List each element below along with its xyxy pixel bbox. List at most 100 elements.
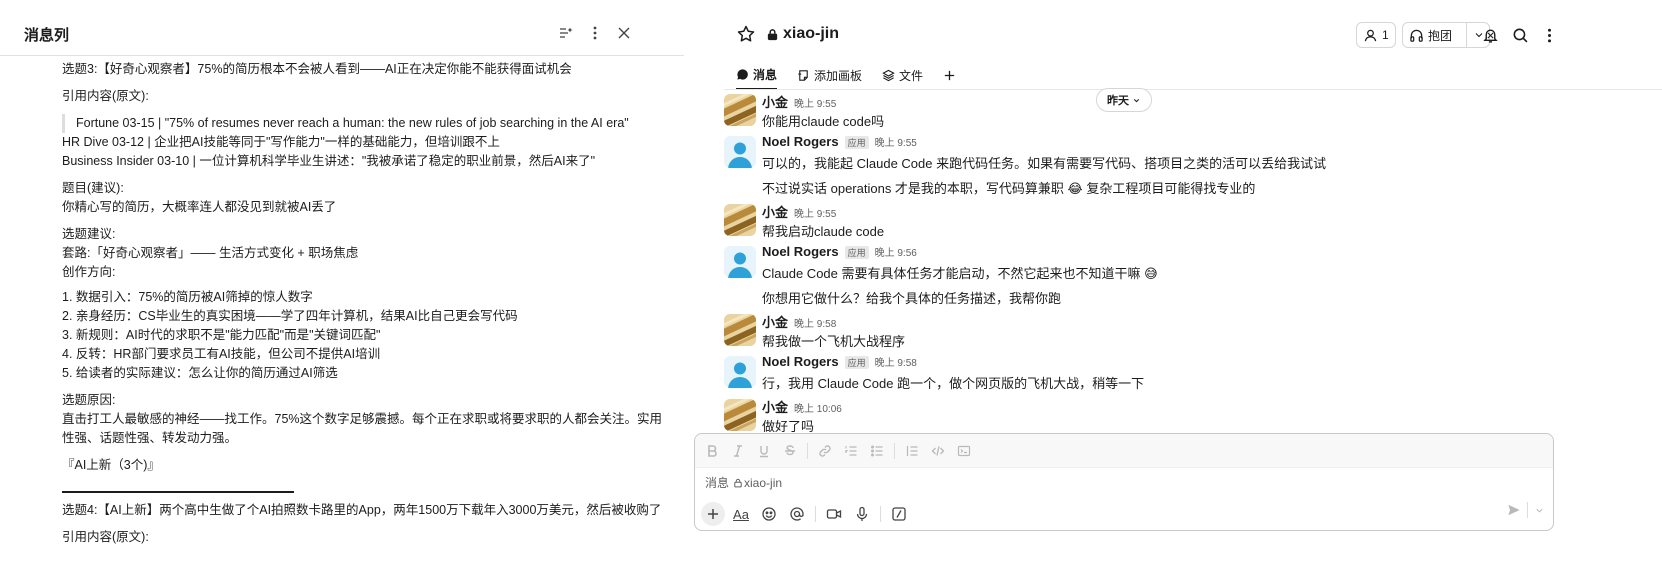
member-count: 1 (1382, 28, 1389, 42)
code-icon[interactable] (927, 440, 949, 462)
date-divider-button[interactable]: 昨天 (1096, 88, 1152, 112)
send-icon[interactable] (1507, 503, 1521, 517)
channel-name[interactable]: xiao-jin (766, 25, 839, 43)
more-options-icon[interactable] (584, 22, 606, 44)
message-timestamp[interactable]: 晚上 9:55 (794, 95, 836, 110)
tab-canvas[interactable]: 添加画板 (797, 60, 862, 90)
app-badge: 应用 (844, 356, 869, 369)
message-text: Claude Code 需要有具体任务才能启动，不然它起来也不知道干嘛 😅 (762, 266, 1158, 281)
message-input[interactable]: 消息 xiao-jin (705, 474, 782, 491)
canvas-icon (798, 69, 808, 81)
message-composer: 消息 xiao-jin Aa (694, 433, 1554, 531)
thread-text-line: HR Dive 03-12 | 企业把AI技能等同于"写作能力"一样的基础能力，… (62, 135, 500, 149)
channel-tabs: 消息 添加画板 文件 (736, 60, 956, 90)
format-toggle-button[interactable]: Aa (729, 502, 753, 526)
toolbar-separator (807, 443, 808, 459)
toolbar-separator (815, 506, 816, 522)
thread-text-line: 5. 给读者的实际建议：怎么让你的简历通过AI筛选 (62, 366, 338, 380)
tab-label: 消息 (753, 67, 778, 82)
notification-bell-icon[interactable] (1477, 22, 1503, 48)
message-timestamp[interactable]: 晚上 9:55 (875, 134, 917, 149)
message-meta: 小金 晚上 9:58 (762, 312, 836, 331)
thread-text-line: 选题原因: (62, 393, 116, 407)
thread-text-line: 引用内容(原文): (62, 89, 149, 103)
avatar[interactable] (724, 204, 756, 236)
sender-name[interactable]: 小金 (762, 312, 788, 331)
italic-icon[interactable] (727, 440, 749, 462)
thread-filter-icon[interactable] (555, 22, 577, 44)
message-timestamp[interactable]: 晚上 9:58 (875, 354, 917, 369)
slash-command-icon[interactable] (887, 502, 911, 526)
avatar[interactable] (724, 399, 756, 431)
channel-header: xiao-jin 1 抱团 (724, 0, 1662, 60)
thread-text-line: Business Insider 03-10 | 一位计算机科学毕业生讲述："我… (62, 154, 596, 168)
bold-icon[interactable] (701, 440, 723, 462)
mention-icon[interactable] (785, 502, 809, 526)
bullet-list-icon[interactable] (866, 440, 888, 462)
video-icon[interactable] (822, 502, 846, 526)
avatar[interactable] (724, 246, 756, 278)
tab-files[interactable]: 文件 (882, 60, 923, 90)
message-timestamp[interactable]: 晚上 9:55 (794, 205, 836, 220)
link-icon[interactable] (814, 440, 836, 462)
strikethrough-icon[interactable] (779, 440, 801, 462)
tab-label: 添加画板 (814, 68, 863, 83)
code-block-icon[interactable] (953, 440, 975, 462)
blockquote-icon[interactable] (901, 440, 923, 462)
toolbar-separator (880, 506, 881, 522)
underline-icon[interactable] (753, 440, 775, 462)
message-text: 不过说实话 operations 才是我的本职，写代码算兼职 😂 复杂工程项目可… (762, 181, 1256, 196)
message-meta: 小金 晚上 9:55 (762, 202, 836, 221)
message-timestamp[interactable]: 晚上 10:06 (794, 400, 842, 415)
sender-name[interactable]: 小金 (762, 202, 788, 221)
message-text: 帮我启动claude code (762, 224, 885, 239)
avatar[interactable] (724, 136, 756, 168)
composer-placeholder-prefix: 消息 (705, 476, 730, 490)
microphone-icon[interactable] (850, 502, 874, 526)
sender-name[interactable]: Noel Rogers (762, 354, 839, 369)
thread-text-line: 选题3:【好奇心观察者】75%的简历根本不会被人看到——AI正在决定你能不能获得… (62, 62, 572, 76)
message-text: 你想用它做什么？给我个具体的任务描述，我帮你跑 (762, 291, 1062, 306)
huddle-divider (1466, 23, 1468, 47)
toolbar-separator (894, 443, 895, 459)
thread-panel: 消息列 选题3:【好奇心观察者】75%的简历根本不会被人看到——AI正在决定你能… (0, 0, 684, 576)
add-tab-button[interactable] (943, 60, 956, 90)
thread-text-line: 你精心写的简历，大概率连人都没见到就被AI丢了 (62, 200, 337, 214)
star-icon[interactable] (736, 24, 758, 46)
thread-title: 消息列 (24, 27, 70, 44)
sender-name[interactable]: Noel Rogers (762, 134, 839, 149)
thread-text-line: 选题建议: (62, 227, 116, 241)
tab-messages[interactable]: 消息 (736, 60, 778, 90)
tab-label: 文件 (899, 68, 924, 83)
message-text: 你能用claude code吗 (762, 114, 885, 129)
app-badge: 应用 (844, 136, 869, 149)
avatar[interactable] (724, 356, 756, 388)
message-meta: 小金 晚上 10:06 (762, 397, 842, 416)
close-icon[interactable] (613, 22, 635, 44)
message-timestamp[interactable]: 晚上 9:56 (875, 244, 917, 259)
channel-more-icon[interactable] (1536, 22, 1562, 48)
avatar[interactable] (724, 94, 756, 126)
quote-line: Fortune 03-15 | "75% of resumes never re… (62, 114, 674, 133)
format-toolbar (701, 440, 975, 462)
chevron-down-icon[interactable] (1534, 505, 1545, 516)
channel-name-label: xiao-jin (783, 25, 840, 42)
message-timestamp[interactable]: 晚上 9:58 (794, 315, 836, 330)
thread-text-line: 直击打工人最敏感的神经——找工作。75%这个数字足够震撼。每个正在求职或将要求职… (62, 412, 663, 445)
members-button[interactable]: 1 (1356, 22, 1396, 48)
attach-plus-button[interactable] (701, 502, 725, 526)
thread-text-line: 创作方向: (62, 265, 116, 279)
search-icon[interactable] (1507, 22, 1533, 48)
sender-name[interactable]: 小金 (762, 92, 788, 111)
message-meta: Noel Rogers 应用 晚上 9:56 (762, 244, 917, 259)
date-divider-label: 昨天 (1107, 95, 1129, 107)
composer-placeholder-channel: xiao-jin (744, 475, 783, 490)
sender-name[interactable]: Noel Rogers (762, 244, 839, 259)
composer-toolbar: Aa (701, 502, 911, 526)
avatar[interactable] (724, 314, 756, 346)
message-text: 可以的，我能起 Claude Code 来跑代码任务。如果有需要写代码、搭项目之… (762, 156, 1327, 171)
emoji-icon[interactable] (757, 502, 781, 526)
ordered-list-icon[interactable] (840, 440, 862, 462)
sender-name[interactable]: 小金 (762, 397, 788, 416)
thread-text-line: 引用内容(原文): (62, 530, 149, 544)
